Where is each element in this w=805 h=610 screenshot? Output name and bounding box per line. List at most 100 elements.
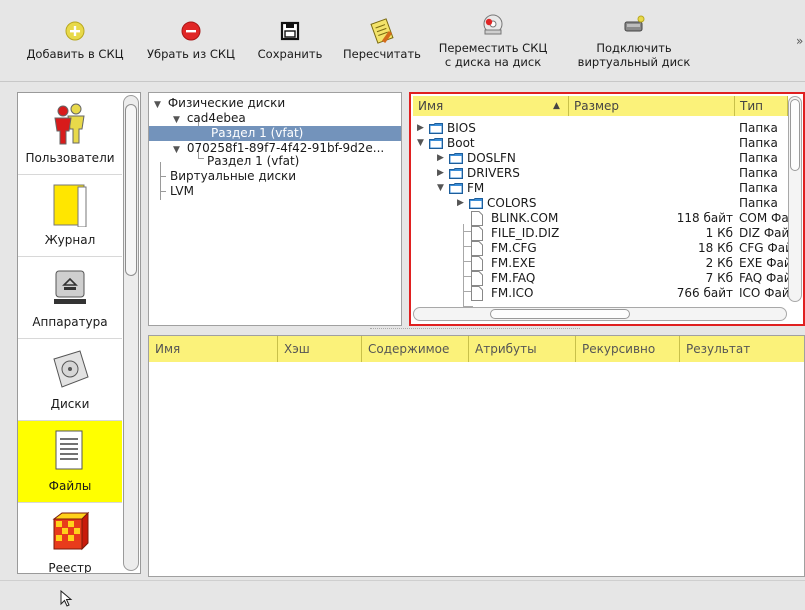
folder-icon (429, 138, 443, 149)
category-registry[interactable]: Реестр (18, 503, 122, 574)
tree-connector (198, 158, 204, 159)
pane-splitter-handle[interactable] (370, 328, 580, 331)
results-column-name[interactable]: Имя (149, 336, 278, 362)
results-table: Имя Хэш Содержимое Атрибуты Рекурсивно Р… (148, 335, 805, 577)
expand-arrow-icon[interactable]: ▶ (417, 121, 427, 136)
category-disks[interactable]: Диски (18, 339, 122, 421)
collapse-arrow-icon[interactable]: ▼ (154, 98, 164, 113)
save-button[interactable]: Сохранить (252, 8, 328, 78)
collapse-arrow-icon[interactable]: ▼ (417, 136, 427, 151)
minus-circle-icon (181, 21, 201, 41)
tree-node-disk1[interactable]: ▼ cad4ebea (173, 111, 246, 126)
category-scrollbar-thumb[interactable] (125, 104, 137, 276)
column-header-size[interactable]: Размер (569, 96, 735, 116)
results-column-hash[interactable]: Хэш (278, 336, 362, 362)
add-to-skc-button[interactable]: Добавить в СКЦ (22, 8, 128, 78)
expand-arrow-icon[interactable]: ▶ (437, 166, 447, 181)
tree-node-disk2-label: 070258f1-89f7-4f42-91bf-9d2e... (186, 141, 385, 155)
folder-row[interactable]: ▼ FM Папка (411, 181, 789, 196)
tree-node-physical-disks[interactable]: ▼ Физические диски (154, 96, 285, 111)
category-files[interactable]: Файлы (18, 421, 122, 503)
category-registry-label: Реестр (48, 561, 92, 574)
tree-node-virtual-disks-label: Виртуальные диски (170, 169, 297, 183)
folder-row[interactable]: ▶ DOSLFN Папка (411, 151, 789, 166)
collapse-arrow-icon[interactable]: ▼ (437, 181, 447, 196)
results-column-recursive[interactable]: Рекурсивно (576, 336, 680, 362)
category-users-label: Пользователи (25, 151, 115, 165)
file-icon (471, 241, 483, 256)
results-column-result[interactable]: Результат (680, 336, 804, 362)
file-browser-horizontal-scrollbar[interactable] (413, 307, 787, 321)
row-name: BLINK.COM (491, 211, 559, 225)
file-row[interactable]: FILE_ID.DIZ 1 Кб DIZ Файл (411, 226, 797, 241)
row-size: 18 Кб (697, 241, 733, 255)
row-name: COLORS (487, 196, 537, 210)
tree-node-disk1-partition[interactable]: Раздел 1 (vfat) (149, 126, 401, 141)
file-row[interactable]: FM.EXE 2 Кб EXE Фай (411, 256, 792, 271)
file-row[interactable]: BLINK.COM 118 байт COM Фай (411, 211, 796, 226)
row-size: 2 Кб (705, 256, 733, 270)
results-column-content[interactable]: Содержимое (362, 336, 469, 362)
toolbar: Добавить в СКЦ Убрать из СКЦ Сохранить П… (0, 0, 805, 80)
tree-node-disk2-partition[interactable]: Раздел 1 (vfat) (207, 154, 299, 169)
row-name: FILE_ID.DIZ (491, 226, 560, 240)
column-header-name[interactable]: Имя ▲ (413, 96, 569, 116)
connect-virtual-disk-label-2: виртуальный диск (577, 55, 691, 69)
remove-from-skc-button[interactable]: Убрать из СКЦ (142, 8, 240, 78)
add-to-skc-label: Добавить в СКЦ (26, 47, 124, 61)
tree-node-lvm[interactable]: LVM (170, 184, 194, 199)
folder-row[interactable]: ▶ COLORS Папка (411, 196, 789, 211)
mouse-pointer-icon (60, 590, 73, 607)
file-row[interactable]: FM.ICO 766 байт ICO Фай (411, 286, 790, 301)
file-row[interactable]: FM.FAQ 7 Кб FAQ Фай (411, 271, 792, 286)
file-browser-vertical-scrollbar[interactable] (788, 96, 802, 302)
tree-connector (160, 191, 166, 192)
folder-icon (469, 198, 483, 209)
collapse-arrow-icon[interactable]: ▼ (173, 143, 183, 158)
toolbar-overflow-button[interactable]: » (796, 34, 803, 48)
row-name: BIOS (447, 121, 476, 135)
file-browser-horizontal-scrollbar-thumb[interactable] (490, 309, 630, 319)
category-users[interactable]: Пользователи (18, 93, 122, 175)
tree-connector (160, 162, 161, 200)
row-name: FM.FAQ (491, 271, 536, 285)
category-scrollbar[interactable] (123, 95, 139, 571)
category-hardware[interactable]: Аппаратура (18, 257, 122, 339)
column-header-type[interactable]: Тип (735, 96, 788, 116)
column-header-name-label: Имя (418, 99, 444, 113)
move-skc-button[interactable]: Переместить СКЦ с диска на диск (428, 8, 558, 78)
tree-node-disk1-partition-label: Раздел 1 (vfat) (211, 126, 304, 140)
row-size: 766 байт (676, 286, 733, 300)
expand-arrow-icon[interactable]: ▶ (437, 151, 447, 166)
file-browser-vertical-scrollbar-thumb[interactable] (790, 99, 800, 171)
disk-icon (53, 350, 89, 388)
folder-icon (429, 123, 443, 134)
folder-row[interactable]: ▶ DRIVERS Папка (411, 166, 789, 181)
folder-row[interactable]: ▼ Boot Папка (411, 136, 789, 151)
file-browser: Имя ▲ Размер Тип ▶ BIOS Папка ▼ Boot Папка ▶ DO… (409, 92, 805, 326)
connect-virtual-disk-label-1: Подключить (596, 41, 672, 55)
connect-virtual-disk-button[interactable]: Подключить виртуальный диск (570, 8, 698, 78)
folder-row[interactable]: ▶ BIOS Папка (411, 121, 789, 136)
file-icon (471, 226, 483, 241)
tree-node-lvm-label: LVM (170, 184, 194, 198)
expand-arrow-icon[interactable]: ▶ (457, 196, 467, 211)
file-icon (471, 286, 483, 301)
move-skc-label-2: с диска на диск (444, 55, 542, 69)
results-column-attributes[interactable]: Атрибуты (469, 336, 576, 362)
notepad-pencil-icon (370, 18, 394, 44)
row-name: FM.CFG (491, 241, 537, 255)
category-journal[interactable]: Журнал (18, 175, 122, 257)
document-icon (55, 430, 83, 470)
recalculate-button[interactable]: Пересчитать (338, 8, 426, 78)
file-row[interactable]: FM.CFG 18 Кб CFG Фай (411, 241, 793, 256)
category-disks-label: Диски (50, 397, 90, 411)
row-name: FM.EXE (491, 256, 536, 270)
row-name: Boot (447, 136, 475, 150)
journal-book-icon (53, 184, 87, 227)
status-bar-separator (0, 580, 805, 581)
disk-tree: ▼ Физические диски ▼ cad4ebea Раздел 1 (… (148, 92, 402, 326)
file-icon (471, 211, 483, 226)
sort-ascending-icon: ▲ (553, 101, 560, 111)
tree-node-virtual-disks[interactable]: Виртуальные диски (170, 169, 296, 184)
